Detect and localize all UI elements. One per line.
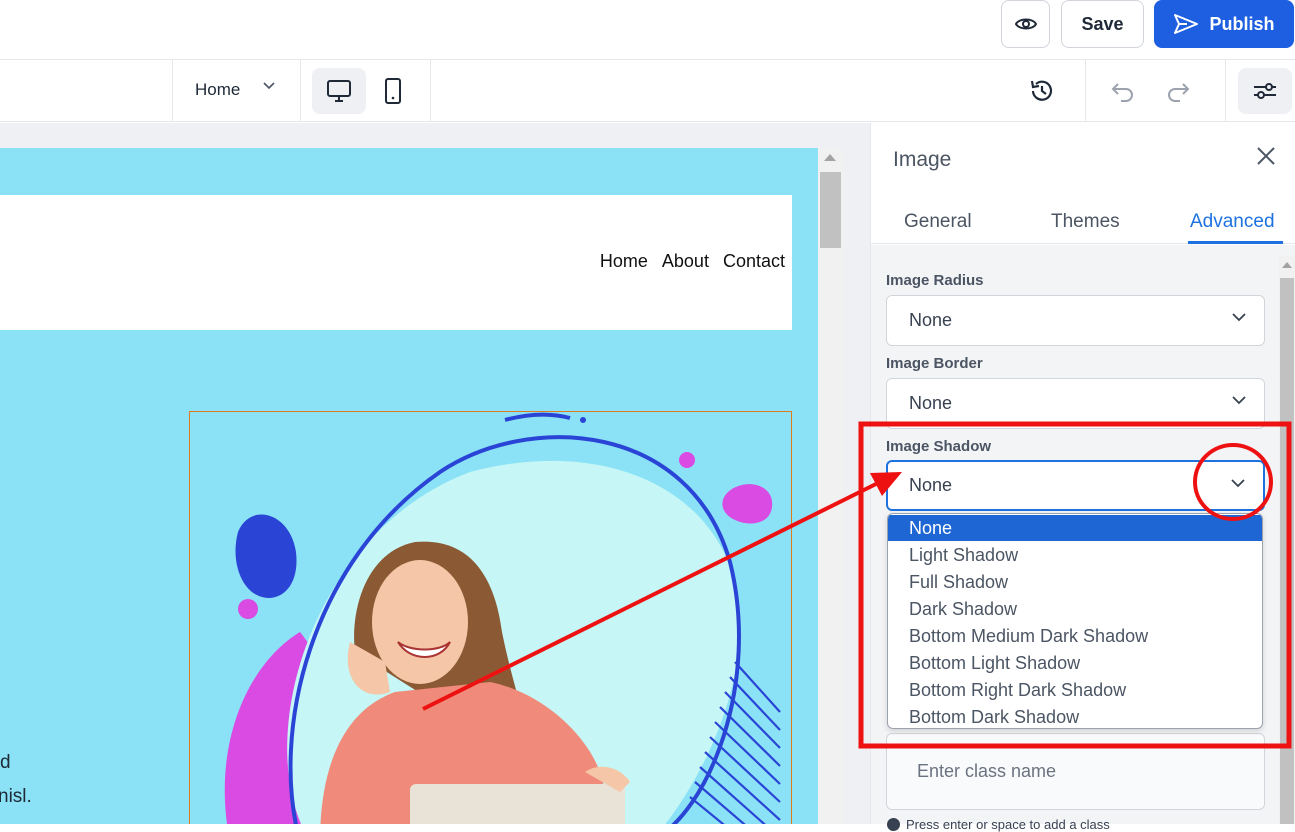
page-select-value: Home bbox=[195, 80, 241, 99]
dropdown-option-bottom-light-shadow[interactable]: Bottom Light Shadow bbox=[888, 650, 1262, 676]
dropdown-option-none[interactable]: None bbox=[888, 515, 1262, 541]
hero-image[interactable] bbox=[189, 411, 792, 824]
tab-general[interactable]: General bbox=[904, 211, 972, 233]
settings-button[interactable] bbox=[1238, 68, 1292, 114]
dropdown-option-full-shadow[interactable]: Full Shadow bbox=[888, 569, 1262, 595]
dropdown-option-light-shadow[interactable]: Light Shadow bbox=[888, 542, 1262, 568]
divider bbox=[300, 60, 301, 122]
panel-tabs: General Themes Advanced bbox=[871, 198, 1295, 244]
shadow-dropdown-list: None Light Shadow Full Shadow Dark Shado… bbox=[887, 513, 1263, 729]
class-name-input[interactable]: Enter class name bbox=[886, 733, 1265, 810]
chevron-down-icon bbox=[1232, 313, 1246, 322]
divider bbox=[1085, 60, 1086, 122]
publish-label: Publish bbox=[1209, 13, 1275, 34]
image-shadow-label: Image Shadow bbox=[886, 438, 992, 455]
redo-icon bbox=[1168, 83, 1190, 102]
divider bbox=[430, 60, 431, 122]
info-icon bbox=[887, 818, 900, 831]
history-icon bbox=[1030, 80, 1053, 101]
hero-text[interactable]: d nisl. bbox=[0, 746, 32, 814]
nav-link-home[interactable]: Home bbox=[600, 251, 648, 272]
class-hint: Press enter or space to add a class bbox=[887, 817, 1110, 832]
preview-button[interactable] bbox=[1001, 0, 1050, 48]
dropdown-option-dark-shadow[interactable]: Dark Shadow bbox=[888, 596, 1262, 622]
image-radius-label: Image Radius bbox=[886, 272, 984, 289]
image-radius-select[interactable]: None bbox=[886, 295, 1265, 346]
image-border-label: Image Border bbox=[886, 355, 983, 372]
scroll-up-arrow-icon[interactable] bbox=[1282, 262, 1292, 268]
scrollbar-thumb[interactable] bbox=[1280, 278, 1294, 824]
site-header[interactable]: Home About Contact bbox=[0, 195, 792, 330]
scroll-up-arrow-icon[interactable] bbox=[824, 154, 836, 161]
class-hint-text: Press enter or space to add a class bbox=[906, 817, 1110, 832]
redo-button[interactable] bbox=[1161, 74, 1195, 108]
desktop-view-button[interactable] bbox=[312, 68, 366, 114]
close-button[interactable] bbox=[1257, 147, 1275, 170]
panel-title: Image bbox=[893, 148, 952, 171]
image-shadow-select[interactable]: None bbox=[886, 460, 1265, 511]
image-border-value: None bbox=[909, 393, 953, 413]
editor-canvas: Home About Contact d nisl. bbox=[0, 123, 870, 824]
hero-text-line: d bbox=[0, 752, 11, 773]
chevron-down-icon bbox=[1232, 396, 1246, 405]
dropdown-option-bottom-right-dark-shadow[interactable]: Bottom Right Dark Shadow bbox=[888, 677, 1262, 703]
history-button[interactable] bbox=[1025, 74, 1059, 108]
editor-toolbar: Home bbox=[0, 60, 1295, 122]
phone-icon bbox=[385, 78, 401, 104]
publish-button[interactable]: Publish bbox=[1154, 0, 1294, 48]
panel-scrollbar[interactable] bbox=[1279, 256, 1295, 824]
chevron-down-icon bbox=[263, 82, 275, 90]
save-button[interactable]: Save bbox=[1061, 0, 1144, 48]
nav-link-about[interactable]: About bbox=[662, 251, 709, 272]
hero-text-line: nisl. bbox=[0, 786, 32, 807]
monitor-icon bbox=[327, 80, 351, 102]
dropdown-option-bottom-medium-dark-shadow[interactable]: Bottom Medium Dark Shadow bbox=[888, 623, 1262, 649]
eye-icon bbox=[1014, 18, 1037, 30]
top-bar: Save Publish bbox=[0, 0, 1295, 60]
page-preview[interactable]: Home About Contact d nisl. bbox=[0, 148, 818, 824]
sliders-icon bbox=[1254, 83, 1276, 99]
dropdown-option-bottom-dark-shadow[interactable]: Bottom Dark Shadow bbox=[888, 704, 1262, 728]
image-shadow-value: None bbox=[909, 475, 953, 495]
image-border-select[interactable]: None bbox=[886, 378, 1265, 429]
hero-illustration bbox=[190, 412, 791, 824]
divider bbox=[1225, 60, 1226, 122]
tab-themes[interactable]: Themes bbox=[1051, 211, 1120, 233]
chevron-down-icon bbox=[1231, 479, 1245, 488]
canvas-scrollbar[interactable] bbox=[818, 148, 843, 824]
site-nav: Home About Contact bbox=[600, 251, 785, 272]
close-icon bbox=[1257, 147, 1275, 165]
divider bbox=[172, 60, 173, 122]
tab-advanced[interactable]: Advanced bbox=[1190, 211, 1275, 233]
undo-icon bbox=[1111, 83, 1133, 102]
undo-button[interactable] bbox=[1106, 74, 1140, 108]
active-tab-indicator bbox=[1188, 241, 1283, 244]
page-select[interactable]: Home bbox=[195, 80, 275, 100]
image-radius-value: None bbox=[909, 310, 953, 330]
scrollbar-thumb[interactable] bbox=[820, 172, 841, 248]
send-icon bbox=[1174, 14, 1199, 34]
mobile-view-button[interactable] bbox=[366, 68, 420, 114]
nav-link-contact[interactable]: Contact bbox=[723, 251, 785, 272]
